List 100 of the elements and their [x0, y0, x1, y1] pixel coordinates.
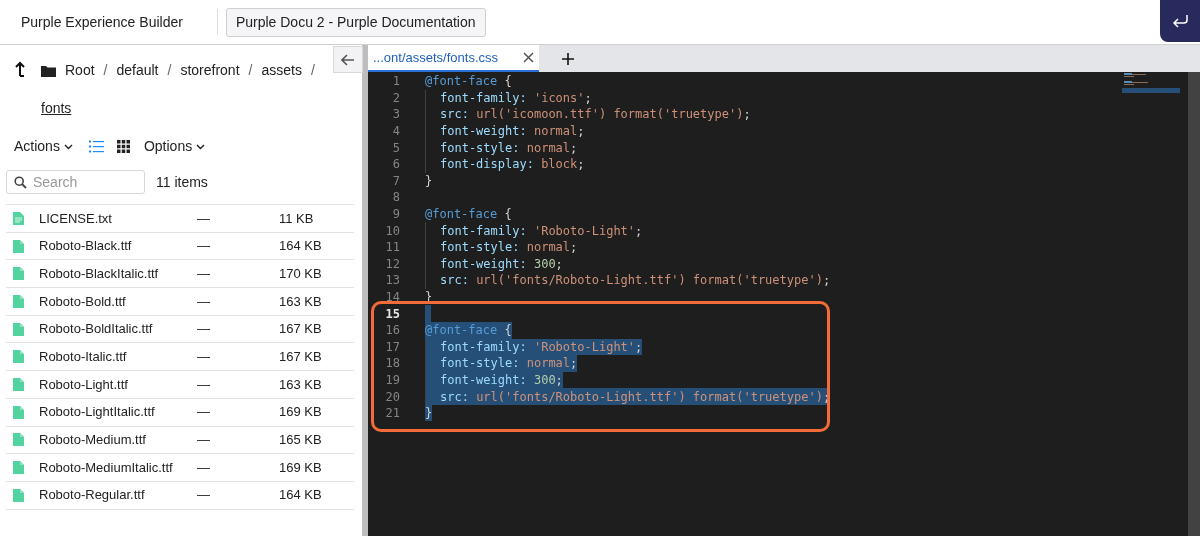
up-arrow-icon[interactable]: [15, 61, 25, 77]
line-number: 10: [384, 222, 400, 240]
actions-dropdown[interactable]: Actions: [14, 136, 73, 157]
file-name[interactable]: Roboto-Light.ttf: [39, 374, 197, 395]
item-count: 11 items: [156, 172, 208, 192]
code-token: font-weight:: [440, 123, 527, 141]
return-button[interactable]: [1160, 0, 1200, 42]
line-number: 17: [384, 338, 400, 356]
file-modified: —: [197, 403, 211, 422]
code-token: }: [425, 405, 433, 423]
file-size: 163 KB: [279, 292, 322, 311]
editor-tab[interactable]: ...ont/assets/fonts.css: [368, 45, 539, 72]
file-size: 169 KB: [279, 403, 322, 422]
breadcrumb-link[interactable]: default: [116, 60, 159, 81]
app-title: Purple Experience Builder: [21, 12, 183, 32]
code-token: 300: [532, 255, 556, 273]
line-number: 2: [391, 89, 400, 107]
file-name[interactable]: Roboto-Medium.ttf: [39, 430, 197, 450]
close-icon[interactable]: [523, 52, 534, 63]
file-size: 164 KB: [279, 486, 322, 505]
grid-view-icon[interactable]: [116, 140, 130, 153]
code-token: ;: [822, 388, 831, 406]
file-name[interactable]: Roboto-BlackItalic.ttf: [39, 263, 197, 284]
code-token: font-style:: [440, 139, 520, 157]
collapse-button[interactable]: [333, 46, 363, 73]
breadcrumb-link[interactable]: Root: [65, 60, 95, 81]
code-token: {: [503, 206, 512, 224]
code-token: ;: [555, 372, 563, 389]
code-token: font-family:: [440, 222, 527, 240]
code-token: normal: [532, 123, 578, 141]
file-icon: [13, 350, 24, 364]
file-modified: —: [197, 264, 211, 283]
breadcrumb-link[interactable]: fonts: [41, 98, 72, 119]
line-number: 16: [384, 322, 400, 340]
code-token: ;: [555, 255, 563, 273]
file-modified: —: [197, 209, 211, 228]
file-icon: [13, 267, 24, 281]
line-number: 1: [391, 73, 400, 91]
code-token: src:: [440, 272, 469, 290]
line-number: 19: [384, 372, 400, 389]
file-icon: [13, 377, 24, 391]
line-number: 12: [384, 255, 400, 273]
breadcrumb-link[interactable]: assets: [261, 60, 302, 81]
code-token: block: [540, 156, 578, 174]
list-view-icon[interactable]: [88, 140, 104, 153]
code-token: {: [503, 73, 512, 91]
line-number: 4: [391, 123, 400, 141]
plus-icon: [562, 52, 574, 65]
code-token: ;: [584, 89, 592, 107]
breadcrumb-separator: /: [248, 61, 253, 80]
file-size: 164 KB: [279, 237, 322, 256]
code-token: ;: [570, 139, 578, 157]
code-token: font-style:: [440, 239, 520, 257]
file-modified: —: [197, 292, 211, 311]
breadcrumb-separator: /: [310, 61, 315, 80]
file-name[interactable]: Roboto-Regular.ttf: [39, 485, 197, 505]
file-name[interactable]: Roboto-Black.ttf: [39, 236, 197, 256]
code-token: font-family:: [440, 338, 527, 356]
folder-icon: [41, 64, 56, 77]
code-token: 300: [532, 372, 556, 389]
code-token: ;: [570, 239, 578, 257]
scrollbar[interactable]: [1188, 72, 1200, 536]
code-token: normal: [525, 139, 571, 157]
code-token: font-style:: [440, 355, 520, 373]
left-arrow-icon: [341, 53, 355, 66]
line-number: 5: [391, 139, 400, 157]
file-modified: —: [197, 348, 211, 367]
file-name[interactable]: Roboto-LightItalic.ttf: [39, 402, 197, 422]
file-name[interactable]: Roboto-BoldItalic.ttf: [39, 319, 197, 339]
code-token: @font-face: [425, 322, 498, 340]
file-name[interactable]: Roboto-MediumItalic.ttf: [39, 457, 197, 478]
code-token: ;: [577, 156, 585, 174]
file-icon: [13, 461, 24, 475]
code-token: font-display:: [440, 156, 534, 174]
file-modified: —: [197, 458, 211, 477]
line-number: 21: [384, 405, 400, 423]
file-modified: —: [197, 375, 211, 394]
file-size: 163 KB: [279, 375, 322, 394]
line-number: 11: [384, 239, 400, 257]
code-token: url('fonts/Roboto-Light.ttf') format('truetype'): [475, 272, 823, 290]
code-token: font-weight:: [440, 372, 527, 389]
line-number: 13: [384, 272, 400, 290]
file-name[interactable]: Roboto-Bold.ttf: [39, 291, 197, 312]
code-token: ;: [635, 338, 643, 356]
file-icon: [13, 322, 24, 336]
file-name[interactable]: LICENSE.txt: [39, 208, 197, 229]
chevron-down-icon: [196, 143, 206, 150]
options-dropdown[interactable]: Options: [143, 136, 206, 157]
file-size: 167 KB: [279, 348, 322, 367]
search-field[interactable]: Search: [6, 170, 145, 194]
code-token: ;: [577, 123, 585, 141]
breadcrumb-link[interactable]: storefront: [180, 60, 240, 81]
file-modified: —: [197, 431, 211, 450]
code-token: ;: [635, 222, 643, 240]
file-name[interactable]: Roboto-Italic.ttf: [39, 347, 197, 367]
line-number: 15: [384, 305, 400, 323]
code-token: @font-face: [425, 73, 498, 91]
file-size: 11 KB: [279, 209, 314, 228]
line-number: 9: [391, 206, 400, 224]
project-button[interactable]: Purple Docu 2 - Purple Documentation: [225, 7, 486, 37]
